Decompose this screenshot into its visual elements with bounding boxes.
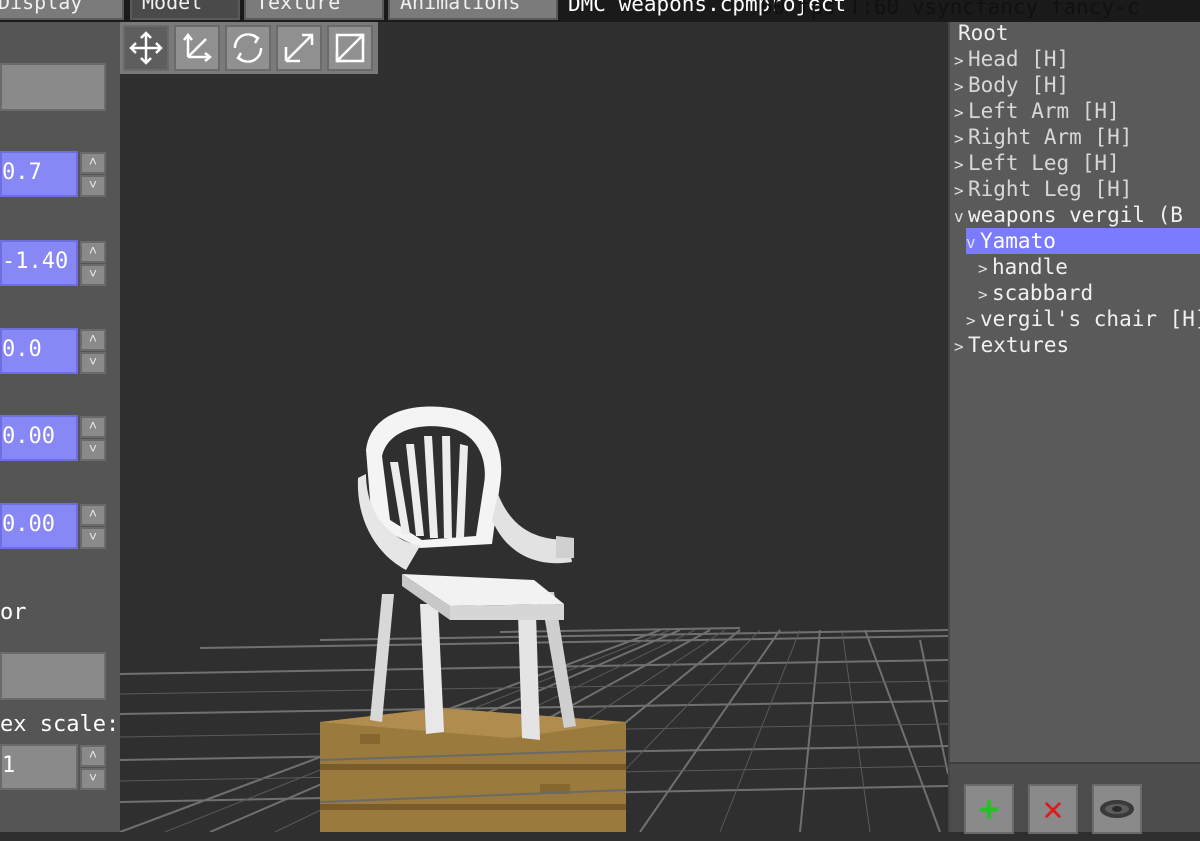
tree-item-vergils-chair[interactable]: > vergil's chair [H]: [966, 306, 1200, 332]
spin-down-5[interactable]: ˅: [80, 527, 106, 549]
color-label: or: [0, 600, 27, 625]
value-field-4[interactable]: 0.00: [0, 415, 78, 461]
tree-item-left-arm[interactable]: > Left Arm [H]: [954, 98, 1120, 124]
close-icon: ✕: [1042, 789, 1064, 829]
plus-icon: +: [978, 789, 1000, 829]
properties-button[interactable]: [0, 63, 106, 111]
tab-texture[interactable]: Texture: [244, 0, 384, 20]
tex-scale-spin-up[interactable]: ˄: [80, 745, 106, 767]
spin-down-4[interactable]: ˅: [80, 439, 106, 461]
color-button[interactable]: [0, 652, 106, 700]
spin-up-2[interactable]: ˄: [80, 241, 106, 263]
chevron-right-icon: >: [954, 77, 964, 96]
model-tree-panel: Root > Head [H] > Body [H] > Left Arm [H] >…: [948, 20, 1200, 762]
scale-all-icon: [335, 33, 365, 63]
spin-up-3[interactable]: ˄: [80, 329, 106, 351]
toggle-visibility-button[interactable]: [1092, 784, 1142, 834]
tab-model[interactable]: Model: [130, 0, 240, 20]
chevron-right-icon: >: [954, 129, 964, 148]
tree-item-right-arm[interactable]: > Right Arm [H]: [954, 124, 1132, 150]
debug-overlay-text: 60 fps T:60 vsyncfancy fancy-c: [760, 0, 1140, 19]
tex-scale-spin-down[interactable]: ˅: [80, 768, 106, 790]
rotate-tool-button[interactable]: [225, 25, 271, 71]
chevron-down-icon: v: [966, 233, 976, 252]
transform-toolbar: [120, 22, 378, 74]
chevron-right-icon: >: [954, 103, 964, 122]
tree-item-scabbard[interactable]: > scabbard: [978, 280, 1093, 306]
tab-animations[interactable]: Animations: [388, 0, 558, 20]
chevron-right-icon: >: [966, 311, 976, 330]
spin-up-5[interactable]: ˄: [80, 504, 106, 526]
tree-root[interactable]: Root: [958, 20, 1009, 46]
rotate-axes-tool-button[interactable]: [174, 25, 220, 71]
add-element-button[interactable]: +: [964, 784, 1014, 834]
spin-down-1[interactable]: ˅: [80, 175, 106, 197]
chevron-right-icon: >: [954, 155, 964, 174]
tab-display[interactable]: Display: [0, 0, 124, 20]
value-field-1[interactable]: 0.7: [0, 151, 78, 197]
chevron-right-icon: >: [954, 337, 964, 356]
value-field-2[interactable]: -1.40: [0, 240, 78, 286]
tex-scale-field[interactable]: 1: [0, 744, 78, 790]
rotate-icon: [233, 33, 263, 63]
tree-item-yamato[interactable]: v Yamato: [966, 228, 1200, 254]
delete-element-button[interactable]: ✕: [1028, 784, 1078, 834]
chevron-right-icon: >: [978, 259, 988, 278]
spin-down-2[interactable]: ˅: [80, 264, 106, 286]
tree-item-left-leg[interactable]: > Left Leg [H]: [954, 150, 1120, 176]
scale-icon: [284, 33, 314, 63]
spin-up-1[interactable]: ˄: [80, 152, 106, 174]
value-field-3[interactable]: 0.0: [0, 328, 78, 374]
scale-tool-button[interactable]: [276, 25, 322, 71]
chevron-right-icon: >: [954, 181, 964, 200]
value-field-5[interactable]: 0.00: [0, 503, 78, 549]
tree-actions-bar: + ✕: [948, 762, 1200, 834]
rotate-axes-icon: [183, 32, 213, 62]
3d-viewport[interactable]: [119, 74, 949, 833]
viewport-scene: [119, 406, 949, 833]
tex-scale-label: ex scale:: [0, 712, 120, 737]
spin-down-3[interactable]: ˅: [80, 352, 106, 374]
scale-all-tool-button[interactable]: [327, 25, 373, 71]
eye-icon: [1100, 800, 1134, 818]
move-tool-button[interactable]: [123, 25, 169, 71]
tree-item-textures[interactable]: > Textures: [954, 332, 1069, 358]
properties-panel: 0.7 ˄ ˅ -1.40 ˄ ˅ 0.0 ˄ ˅ 0.00 ˄ ˅ 0.00 …: [0, 22, 120, 832]
chevron-right-icon: >: [978, 285, 988, 304]
tree-item-handle[interactable]: > handle: [978, 254, 1068, 280]
tree-item-head[interactable]: > Head [H]: [954, 46, 1069, 72]
tree-item-body[interactable]: > Body [H]: [954, 72, 1069, 98]
wood-block: [320, 708, 626, 832]
spin-up-4[interactable]: ˄: [80, 416, 106, 438]
move-icon: [129, 31, 163, 65]
tree-item-weapons-vergil[interactable]: v weapons vergil (B: [954, 202, 1183, 228]
chevron-down-icon: v: [954, 207, 964, 226]
tree-item-right-leg[interactable]: > Right Leg [H]: [954, 176, 1132, 202]
chevron-right-icon: >: [954, 51, 964, 70]
top-tab-bar: Display Model Texture Animations DMC wea…: [0, 0, 1200, 22]
